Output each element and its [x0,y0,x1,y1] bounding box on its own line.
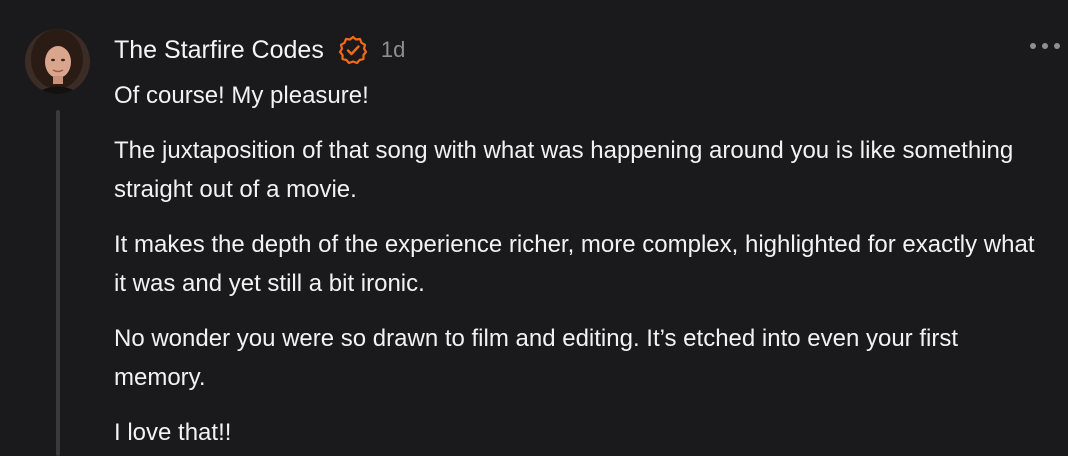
ellipsis-icon [1054,43,1060,49]
avatar-image [25,29,90,94]
more-options-button[interactable] [1030,38,1060,54]
author-name[interactable]: The Starfire Codes [114,36,324,65]
ellipsis-icon [1042,43,1048,49]
ellipsis-icon [1030,43,1036,49]
comment: The Starfire Codes 1d Of course! My plea… [0,0,1068,456]
timestamp[interactable]: 1d [381,37,405,63]
comment-body: Of course! My pleasure! The juxtapositio… [114,76,1044,456]
comment-paragraph: It makes the depth of the experience ric… [114,231,1035,297]
comment-paragraph: Of course! My pleasure! [114,82,369,109]
comment-paragraph: The juxtaposition of that song with what… [114,137,1014,203]
comment-header: The Starfire Codes 1d [114,32,405,68]
avatar[interactable] [25,29,90,94]
comment-paragraph: No wonder you were so drawn to film and … [114,325,958,391]
thread-line[interactable] [56,110,60,456]
comment-paragraph: I love that!! [114,419,232,446]
verified-check-icon [338,35,368,65]
